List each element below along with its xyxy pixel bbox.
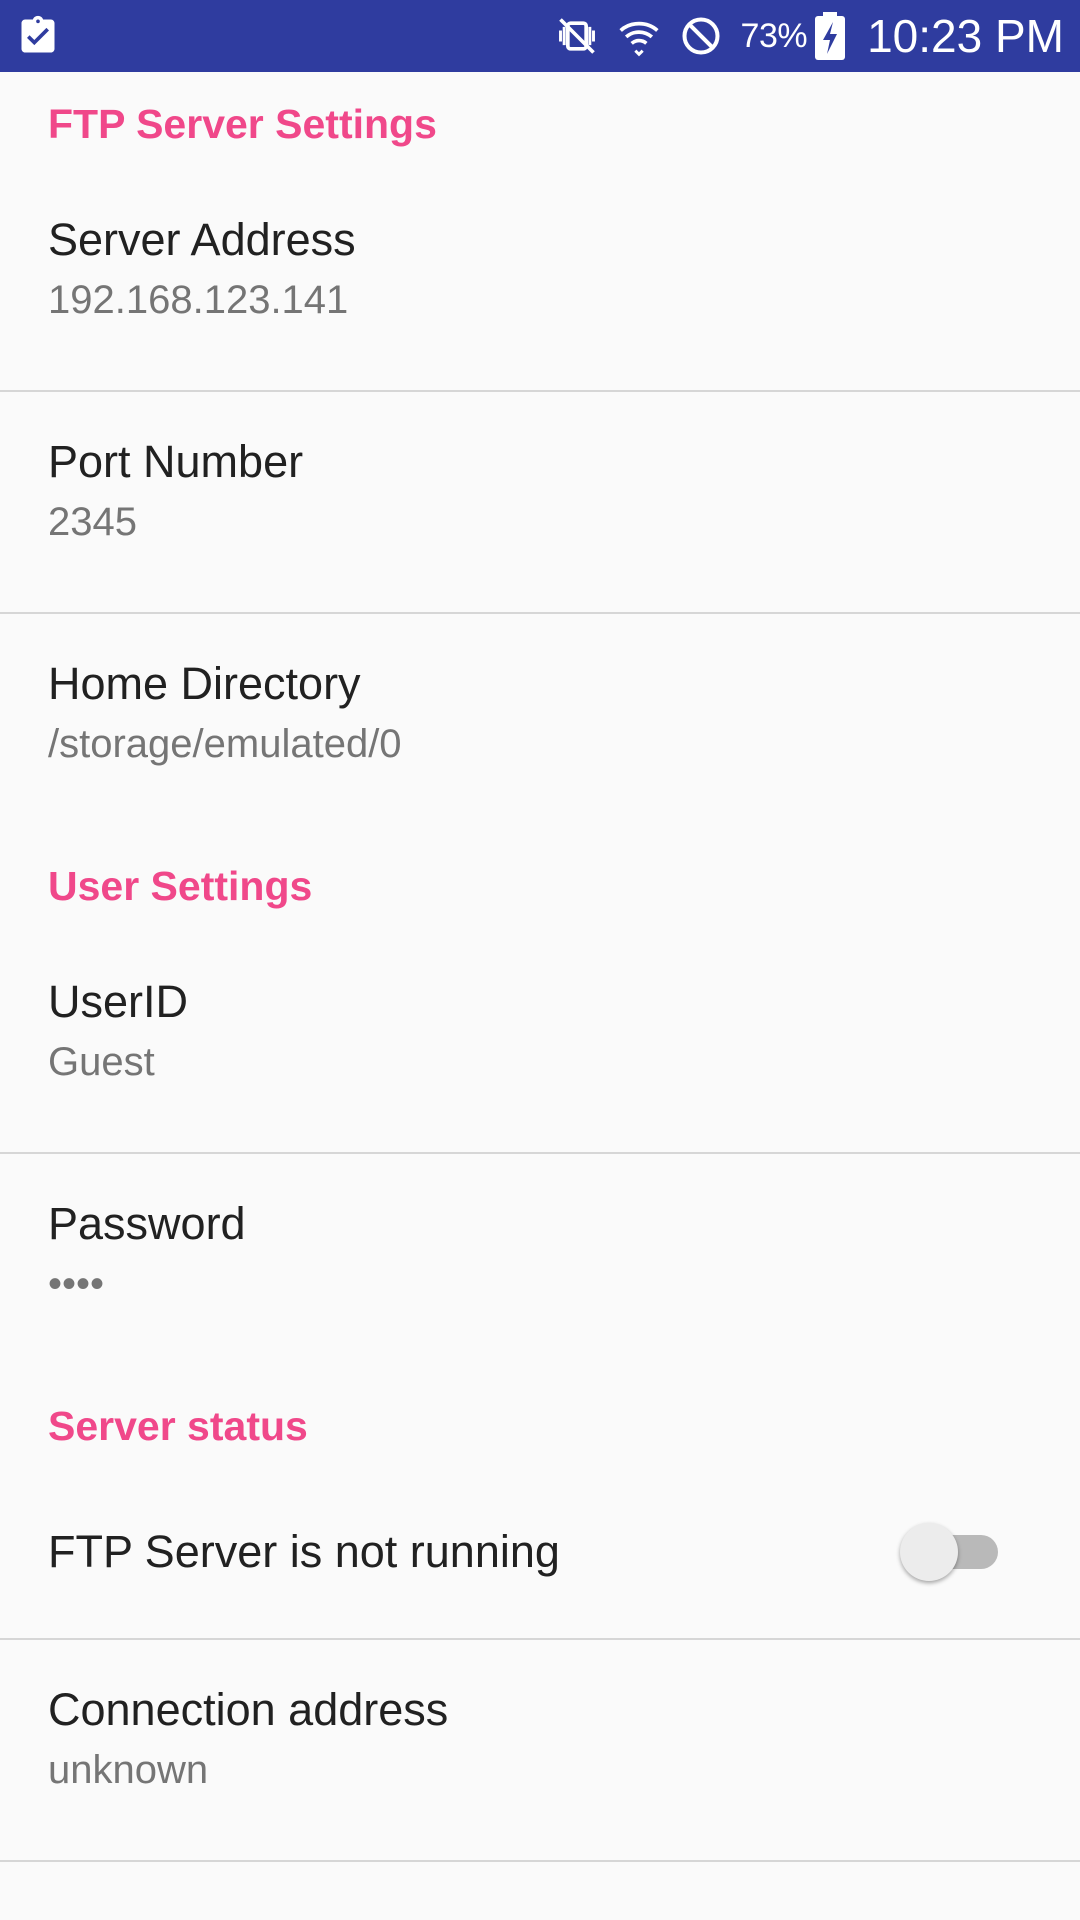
status-icons: 73% 10:23 PM bbox=[537, 0, 1064, 72]
clipboard-check-icon bbox=[21, 15, 55, 53]
pref-server-address[interactable]: Server Address 192.168.123.141 bbox=[0, 170, 1080, 390]
clock: 10:23 PM bbox=[867, 10, 1064, 62]
category-server-status: Server status bbox=[0, 1374, 1080, 1472]
pref-summary: 192.168.123.141 bbox=[48, 278, 349, 322]
pref-summary: •••• bbox=[48, 1262, 105, 1306]
category-ftp-server-settings: FTP Server Settings bbox=[0, 72, 1080, 170]
battery-charging-icon bbox=[815, 12, 846, 60]
vibrate-mute-icon bbox=[555, 14, 599, 58]
settings-list: FTP Server Settings Server Address 192.1… bbox=[0, 72, 1080, 1862]
pref-title: Server Address bbox=[48, 214, 356, 265]
pref-title: Home Directory bbox=[48, 658, 361, 709]
pref-user-id[interactable]: UserID Guest bbox=[0, 932, 1080, 1152]
category-title: FTP Server Settings bbox=[48, 101, 437, 147]
wifi-icon bbox=[617, 14, 661, 58]
pref-connection-address[interactable]: Connection address unknown bbox=[0, 1640, 1080, 1860]
category-title: User Settings bbox=[48, 863, 313, 909]
category-user-settings: User Settings bbox=[0, 834, 1080, 932]
pref-title: Connection address bbox=[48, 1684, 449, 1735]
pref-title: Password bbox=[48, 1198, 246, 1249]
category-title: Server status bbox=[48, 1403, 308, 1449]
divider bbox=[0, 1860, 1080, 1862]
pref-summary: 2345 bbox=[48, 500, 137, 544]
server-switch[interactable] bbox=[900, 1520, 1000, 1581]
battery-percent: 73% bbox=[740, 16, 808, 55]
pref-summary: Guest bbox=[48, 1040, 155, 1084]
switch-thumb bbox=[900, 1523, 958, 1581]
pref-summary: /storage/emulated/0 bbox=[48, 722, 402, 766]
pref-password[interactable]: Password •••• bbox=[0, 1154, 1080, 1374]
pref-home-directory[interactable]: Home Directory /storage/emulated/0 bbox=[0, 614, 1080, 834]
pref-port-number[interactable]: Port Number 2345 bbox=[0, 392, 1080, 612]
status-bar: 73% 10:23 PM bbox=[0, 0, 1080, 72]
pref-server-toggle[interactable]: FTP Server is not running bbox=[0, 1472, 1080, 1638]
do-not-disturb-icon bbox=[679, 14, 723, 58]
pref-summary: unknown bbox=[48, 1748, 209, 1792]
pref-title: Port Number bbox=[48, 436, 304, 487]
pref-title: FTP Server is not running bbox=[48, 1526, 560, 1577]
pref-title: UserID bbox=[48, 976, 189, 1027]
